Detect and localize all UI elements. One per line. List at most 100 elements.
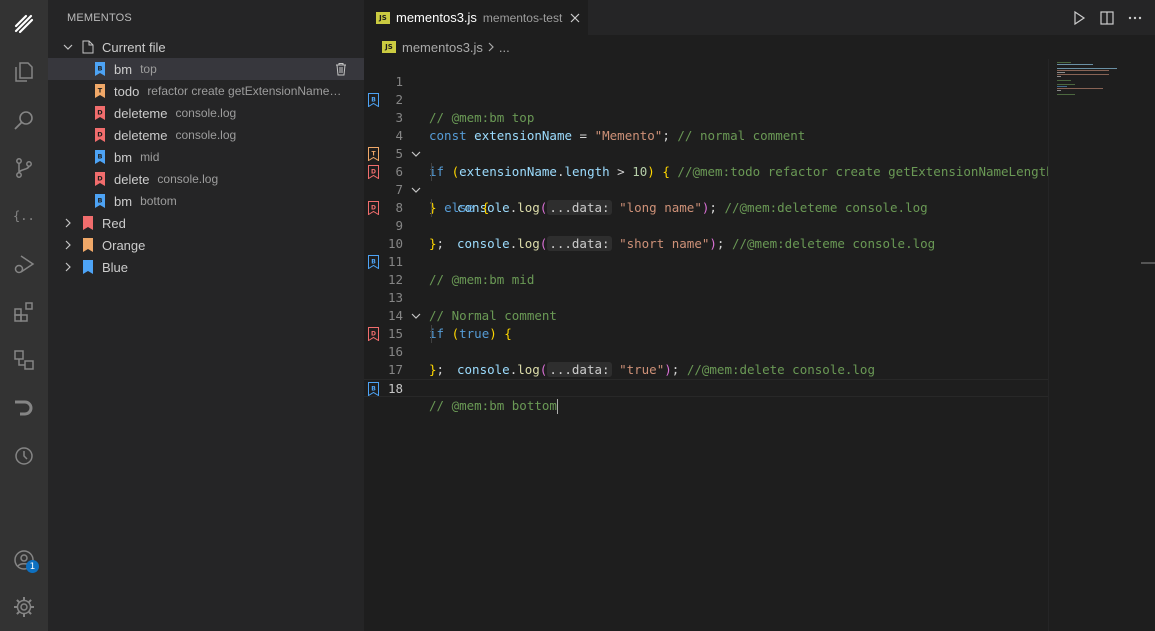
more-actions-icon[interactable]	[1127, 10, 1143, 26]
bookmark-orange-icon: T	[95, 84, 105, 98]
code-line-3: const extensionName = "Memento"; // norm…	[429, 128, 806, 143]
memento-label: bm	[114, 193, 133, 209]
text-cursor	[556, 399, 558, 414]
bookmark-blue-icon	[83, 260, 93, 274]
close-icon[interactable]	[568, 11, 582, 25]
breadcrumb-trail[interactable]: ...	[499, 40, 510, 55]
bookmark-red-icon: D	[95, 106, 105, 120]
code-line-11: // @mem:bm mid	[429, 272, 535, 287]
editor-actions	[1071, 10, 1143, 26]
code-editor[interactable]: 1 B 2 3 4 T 5 D 6 7 D 8 9 10 B 11 12 13 14 D 15 16 17 B 18 // @m…	[364, 59, 1054, 631]
memento-item-bm[interactable]: Bbm top	[48, 58, 364, 80]
account-icon[interactable]	[0, 536, 48, 584]
chevron-down-icon	[60, 39, 76, 55]
memento-item-bm[interactable]: Bbm bottom	[48, 190, 364, 212]
minimap[interactable]	[1048, 59, 1155, 631]
line-number-row: 1	[364, 73, 1048, 91]
mementos-icon[interactable]	[0, 0, 48, 48]
timeline-icon[interactable]	[0, 432, 48, 480]
code-line-2: // @mem:bm top	[429, 110, 535, 125]
group-label: Orange	[102, 237, 146, 253]
breadcrumb: JS mementos3.js ...	[364, 35, 1155, 59]
code-line-9: };	[429, 236, 445, 251]
code-line-6: console.log(...data: "long name"); //@me…	[364, 163, 1048, 215]
svg-text:B: B	[98, 197, 103, 205]
json-braces-icon[interactable]: {...}	[0, 192, 48, 240]
memento-item-deleteme[interactable]: Ddeleteme console.log	[48, 124, 364, 146]
js-file-icon: JS	[376, 11, 390, 24]
scrollbar-thumb[interactable]	[1141, 262, 1155, 264]
tab-name: mementos3.js	[396, 10, 477, 25]
trash-icon[interactable]	[334, 62, 348, 76]
tree-group-label: Current file	[102, 39, 166, 55]
svg-text:D: D	[97, 109, 103, 117]
chevron-right-icon	[60, 259, 76, 275]
code-line-16: };	[429, 362, 445, 377]
source-control-icon[interactable]	[0, 144, 48, 192]
memento-description: mid	[140, 150, 160, 164]
tree-group-current-file[interactable]: Current file	[48, 36, 364, 58]
tab-bar: JS mementos3.js mementos-test	[364, 0, 1155, 35]
memento-description: bottom	[140, 194, 177, 208]
bookmark-blue-icon: B	[95, 62, 105, 76]
line-number: 1	[395, 74, 403, 89]
memento-description: console.log	[175, 128, 237, 142]
tree-group-blue[interactable]: Blue	[48, 256, 364, 278]
code-line-5: if (extensionName.length > 10) { //@mem:…	[429, 164, 1054, 179]
search-icon[interactable]	[0, 96, 48, 144]
code-line-14: if (true) {	[429, 326, 512, 341]
remote-explorer-icon[interactable]	[0, 336, 48, 384]
run-icon[interactable]	[1071, 10, 1087, 26]
file-icon	[82, 40, 94, 54]
svg-text:B: B	[98, 153, 103, 161]
js-file-icon: JS	[382, 41, 396, 53]
chevron-right-icon	[60, 215, 76, 231]
memento-label: delete	[114, 171, 150, 187]
live-share-icon[interactable]	[0, 384, 48, 432]
memento-item-deleteme[interactable]: Ddeleteme console.log	[48, 102, 364, 124]
code-line-7: } else {	[429, 200, 490, 215]
svg-text:T: T	[98, 87, 103, 95]
memento-label: bm	[114, 61, 133, 77]
chevron-right-icon	[60, 237, 76, 253]
code-line-13: // Normal comment	[429, 308, 557, 323]
group-label: Red	[102, 215, 126, 231]
tree-group-orange[interactable]: Orange	[48, 234, 364, 256]
activity-bar: {...} 1	[0, 0, 48, 631]
split-editor-icon[interactable]	[1099, 10, 1115, 26]
memento-description: console.log	[175, 106, 237, 120]
svg-text:B: B	[98, 65, 103, 73]
memento-label: deleteme	[114, 127, 168, 143]
memento-description: console.log	[157, 172, 219, 186]
code-line-18: // @mem:bm bottom	[429, 398, 558, 414]
memento-label: bm	[114, 149, 133, 165]
group-label: Blue	[102, 259, 129, 275]
memento-description: refactor create getExtensionNameLe...	[147, 84, 348, 98]
memento-item-bm[interactable]: Bbm mid	[48, 146, 364, 168]
bookmark-orange-icon	[83, 238, 93, 252]
memento-label: todo	[114, 83, 140, 99]
run-debug-icon[interactable]	[0, 240, 48, 288]
svg-text:D: D	[97, 175, 103, 183]
tree-group-red[interactable]: Red	[48, 212, 364, 234]
memento-item-delete[interactable]: Ddelete console.log	[48, 168, 364, 190]
extensions-icon[interactable]	[0, 288, 48, 336]
svg-text:D: D	[97, 131, 103, 139]
svg-text:{...}: {...}	[13, 209, 36, 223]
code-line-8: console.log(...data: "short name"); //@m…	[364, 199, 1048, 251]
tab-mementos3-js[interactable]: JS mementos3.js mementos-test	[364, 0, 588, 35]
breadcrumb-file[interactable]: mementos3.js	[402, 40, 483, 55]
account-badge: 1	[26, 560, 39, 573]
memento-description: top	[140, 62, 157, 76]
bookmark-red-icon	[83, 216, 93, 230]
code-line-15: console.log(...data: "true"); //@mem:del…	[364, 325, 1048, 377]
chevron-right-icon	[488, 42, 494, 52]
bookmark-blue-icon: B	[95, 150, 105, 164]
bookmark-blue-icon: B	[95, 194, 105, 208]
settings-gear-icon[interactable]	[0, 583, 48, 631]
explorer-icon[interactable]	[0, 48, 48, 96]
mementos-tree: Current file Bbm top Ttodo refactor create …	[48, 36, 364, 278]
bookmark-red-icon: D	[95, 172, 105, 186]
bookmark-red-icon: D	[95, 128, 105, 142]
memento-item-todo[interactable]: Ttodo refactor create getExtensionNameLe.…	[48, 80, 364, 102]
